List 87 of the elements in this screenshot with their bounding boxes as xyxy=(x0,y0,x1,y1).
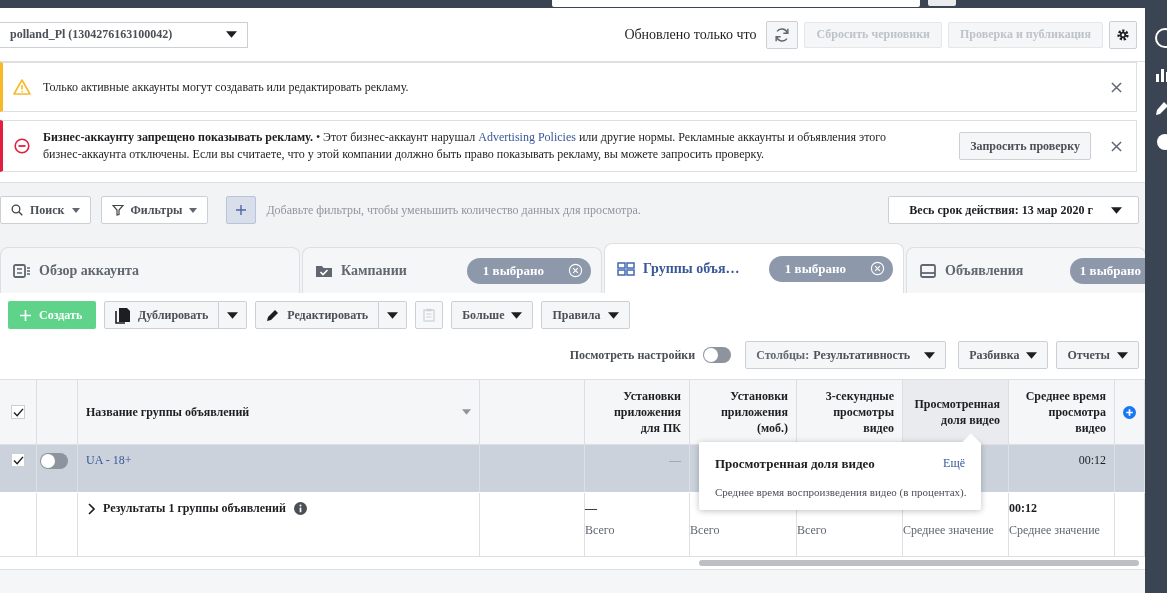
summary-value: 00:12 xyxy=(1009,501,1037,515)
summary-note: Всего xyxy=(690,523,720,538)
overview-icon xyxy=(13,263,31,278)
add-column-icon[interactable] xyxy=(1123,405,1136,419)
settings-button[interactable] xyxy=(1109,20,1137,49)
bar-chart-icon[interactable] xyxy=(1155,66,1167,82)
more-link[interactable]: Ещё xyxy=(943,456,965,472)
caret-icon xyxy=(226,31,237,38)
column-header[interactable]: Установки приложения для ПК xyxy=(585,380,690,444)
caret-icon xyxy=(1026,351,1038,359)
rules-dropdown[interactable]: Правила xyxy=(541,301,630,329)
close-icon[interactable] xyxy=(1111,140,1122,152)
scrollbar-thumb[interactable] xyxy=(699,560,1139,566)
ad-set-link[interactable]: UA - 18+ xyxy=(78,453,132,468)
chip-label: 1 выбрано xyxy=(784,260,846,277)
reports-dropdown[interactable]: Отчеты xyxy=(1056,341,1139,369)
filters-dropdown[interactable]: Фильтры xyxy=(100,196,209,224)
breakdown-dropdown[interactable]: Разбивка xyxy=(958,341,1049,369)
plus-icon xyxy=(235,204,248,216)
date-range-dropdown[interactable]: Весь срок действия: 13 мар 2020 г xyxy=(888,196,1139,224)
column-header[interactable]: Название группы объявлений xyxy=(86,404,250,420)
refresh-icon xyxy=(773,25,792,44)
dropdown-button[interactable] xyxy=(219,301,248,329)
grid-icon xyxy=(617,261,635,276)
tab[interactable]: Группы объя… 1 выбрано xyxy=(604,243,904,293)
tab[interactable]: Обзор аккаунта xyxy=(0,247,300,293)
copy-icon xyxy=(115,306,131,324)
summary-value: — xyxy=(585,501,597,515)
toggle-switch[interactable] xyxy=(40,453,68,469)
plus-icon xyxy=(20,309,31,321)
search-dropdown[interactable]: Поиск xyxy=(0,196,91,224)
caret-icon xyxy=(227,311,239,319)
caret-icon xyxy=(1111,206,1122,214)
table-cell: — xyxy=(669,453,681,468)
tab[interactable]: Объявления 1 выбрано xyxy=(906,247,1145,293)
caret-icon xyxy=(607,311,619,319)
caret-icon xyxy=(1117,351,1128,359)
caret-icon xyxy=(71,207,80,213)
search-icon xyxy=(11,204,23,216)
caret-icon xyxy=(189,207,198,213)
close-icon[interactable] xyxy=(1111,81,1122,93)
duplicate-button[interactable]: Дублировать xyxy=(104,301,220,329)
pencil-icon xyxy=(266,308,281,322)
tab[interactable]: Кампании 1 выбрано xyxy=(302,247,602,293)
alert-message: Только активные аккаунты могут создавать или редактировать рекламу. xyxy=(43,78,410,96)
caret-icon xyxy=(511,311,523,319)
filter-icon xyxy=(111,204,124,216)
table-cell: 00:12 xyxy=(1078,453,1106,468)
update-status: Обновлено только что xyxy=(624,26,757,43)
chip-label: 1 выбрано xyxy=(1079,262,1141,279)
alert-message: Бизнес-аккаунту запрещено показывать рекламу. • Этот бизнес-аккаунт нарушал Advertising Policies или другие нормы. Рекламные аккаунты и объявления этого бизнес-аккаунта отключены. Если вы считаете, что у этой компании должно быть право показывать рекламу, вы можете запросить проверку. xyxy=(43,129,887,163)
blocked-icon xyxy=(13,138,31,154)
column-header[interactable]: Просмотренная доля видео xyxy=(903,380,1009,444)
clipboard-icon xyxy=(423,308,436,322)
folder-check-icon xyxy=(315,263,333,278)
account-selector[interactable]: polland_Pl (1304276163100042) xyxy=(0,21,248,48)
tooltip-title: Просмотренная доля видео xyxy=(715,456,875,472)
search-field[interactable] xyxy=(552,0,920,7)
caret-icon xyxy=(924,351,936,359)
add-filter-button[interactable] xyxy=(226,196,257,224)
policy-link[interactable]: Advertising Policies xyxy=(478,130,576,144)
caret-icon xyxy=(387,311,399,319)
summary-note: Всего xyxy=(797,523,827,538)
toggle-switch[interactable] xyxy=(703,347,732,363)
summary-label: Результаты 1 группы объявлений xyxy=(103,501,286,516)
filter-hint: Добавьте фильтры, чтобы уменьшить количество данных для просмотра. xyxy=(266,202,641,218)
sort-icon[interactable] xyxy=(462,409,471,415)
dropdown-button[interactable] xyxy=(379,301,408,329)
info-icon[interactable] xyxy=(293,502,307,515)
summary-note: Среднее значение xyxy=(903,523,994,538)
checkbox[interactable] xyxy=(11,453,25,467)
pencil-icon[interactable] xyxy=(1155,100,1167,116)
chip-label: 1 выбрано xyxy=(482,262,544,279)
more-dropdown[interactable]: Больше xyxy=(451,301,534,329)
summary-note: Всего xyxy=(585,523,615,538)
checkbox[interactable] xyxy=(11,405,25,419)
settings-icon xyxy=(1116,27,1130,42)
column-header[interactable]: Среднее время просмотра видео xyxy=(1009,380,1115,444)
columns-dropdown[interactable]: Столбцы: Результативность xyxy=(745,341,947,369)
warning-icon xyxy=(13,79,31,95)
summary-note: Среднее значение xyxy=(1009,523,1100,538)
request-review-button[interactable]: Запросить проверку xyxy=(959,132,1091,160)
edit-button[interactable]: Редактировать xyxy=(255,301,380,329)
chevron-icon[interactable] xyxy=(88,503,95,515)
view-settings-label: Посмотреть настройки xyxy=(569,347,696,363)
refresh-button[interactable] xyxy=(766,20,799,49)
monitor-icon xyxy=(919,263,937,278)
